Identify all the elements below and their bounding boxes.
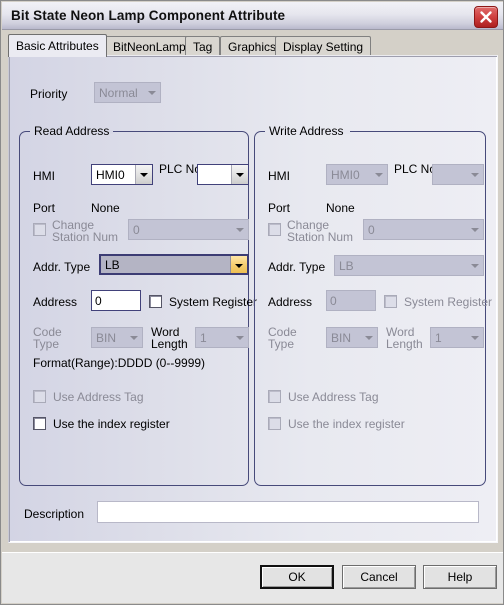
read-code-type-label: Code Type [33, 325, 62, 351]
chevron-down-icon [467, 328, 483, 347]
read-port-value: None [91, 201, 120, 215]
read-change-station-value: 0 [133, 223, 140, 237]
window-title: Bit State Neon Lamp Component Attribute [11, 8, 286, 23]
read-address-input[interactable] [91, 290, 141, 311]
close-x-glyph [480, 11, 492, 23]
write-system-register-label: System Register [404, 295, 493, 309]
read-addr-type-label: Addr. Type [33, 260, 91, 274]
read-address-label: Address [33, 295, 78, 309]
write-use-index-register-checkbox[interactable] [268, 417, 281, 430]
read-plc-no-value [198, 165, 231, 184]
bit-state-neon-lamp-dialog: Bit State Neon Lamp Component Attribute … [0, 0, 504, 605]
read-code-type-combo[interactable]: BIN [91, 327, 143, 348]
read-code-type-value: BIN [96, 331, 117, 345]
dialog-button-bar: OK Cancel Help [2, 552, 503, 603]
write-address-input[interactable] [326, 290, 376, 311]
tab-tag[interactable]: Tag [185, 36, 221, 56]
read-word-length-combo[interactable]: 1 [195, 327, 249, 348]
read-address-group-title: Read Address [34, 124, 110, 138]
read-system-register-checkbox[interactable] [149, 295, 162, 308]
chevron-down-icon [361, 328, 377, 347]
write-word-length-combo[interactable]: 1 [430, 327, 484, 348]
read-change-station-checkbox[interactable] [33, 223, 46, 236]
read-change-station-label: Change Station Num [52, 218, 119, 244]
write-address-group-title: Write Address [269, 124, 344, 138]
write-code-type-value: BIN [331, 331, 352, 345]
chevron-down-icon [232, 328, 248, 347]
write-system-register-checkbox[interactable] [384, 295, 397, 308]
read-system-register-label: System Register [169, 295, 258, 309]
basic-attributes-panel: Priority Normal Read Address HMI HMI0 PL… [8, 55, 498, 543]
read-format-range-text: Format(Range):DDDD (0--9999) [33, 356, 206, 370]
read-addr-type-value: LB [101, 256, 230, 273]
write-use-address-tag-checkbox[interactable] [268, 390, 281, 403]
write-code-type-label: Code Type [268, 325, 297, 351]
read-use-index-register-label: Use the index register [53, 417, 170, 431]
priority-label: Priority [30, 87, 68, 101]
write-addr-type-label: Addr. Type [268, 260, 326, 274]
read-addr-type-combo[interactable]: LB [99, 254, 249, 275]
description-label: Description [24, 507, 85, 521]
write-port-value: None [326, 201, 355, 215]
read-port-label: Port [33, 201, 56, 215]
chevron-down-icon [144, 83, 160, 102]
read-change-station-combo[interactable]: 0 [128, 219, 249, 240]
read-word-length-label: Word Length [151, 325, 188, 351]
read-plc-no-combo[interactable] [197, 164, 249, 185]
write-code-type-combo[interactable]: BIN [326, 327, 378, 348]
write-addr-type-value: LB [339, 259, 354, 273]
chevron-down-icon [232, 220, 248, 239]
tab-display-setting[interactable]: Display Setting [275, 36, 372, 56]
priority-combo[interactable]: Normal [94, 82, 161, 103]
read-hmi-value: HMI0 [96, 168, 125, 182]
write-change-station-checkbox[interactable] [268, 223, 281, 236]
description-input[interactable] [97, 501, 479, 523]
tab-basic-attributes[interactable]: Basic Attributes [8, 34, 107, 57]
write-hmi-label: HMI [268, 169, 290, 183]
chevron-down-icon [231, 165, 248, 184]
write-hmi-value: HMI0 [331, 168, 360, 182]
chevron-down-icon [135, 165, 152, 184]
ok-button[interactable]: OK [260, 565, 334, 589]
chevron-down-icon [371, 165, 387, 184]
chevron-down-icon [230, 256, 247, 273]
write-change-station-label: Change Station Num [287, 218, 354, 244]
write-plc-no-value [433, 165, 467, 184]
write-change-station-combo[interactable]: 0 [363, 219, 484, 240]
write-addr-type-combo[interactable]: LB [334, 255, 484, 276]
chevron-down-icon [467, 256, 483, 275]
cancel-button[interactable]: Cancel [342, 565, 416, 589]
write-hmi-combo[interactable]: HMI0 [326, 164, 388, 185]
help-button[interactable]: Help [423, 565, 497, 589]
write-use-address-tag-label: Use Address Tag [288, 390, 379, 404]
priority-value: Normal [99, 86, 138, 100]
write-plc-no-combo[interactable] [432, 164, 484, 185]
chevron-down-icon [467, 165, 483, 184]
close-icon[interactable] [474, 6, 498, 28]
read-hmi-combo[interactable]: HMI0 [91, 164, 153, 185]
title-bar: Bit State Neon Lamp Component Attribute [2, 2, 503, 30]
write-word-length-label: Word Length [386, 325, 423, 351]
read-use-index-register-checkbox[interactable] [33, 417, 46, 430]
tab-strip: Basic Attributes BitNeonLamp Tag Graphic… [8, 34, 498, 57]
write-address-label: Address [268, 295, 313, 309]
write-change-station-value: 0 [368, 223, 375, 237]
chevron-down-icon [467, 220, 483, 239]
read-hmi-label: HMI [33, 169, 55, 183]
write-use-index-register-label: Use the index register [288, 417, 405, 431]
write-word-length-value: 1 [435, 331, 442, 345]
tab-bitneonlamp[interactable]: BitNeonLamp [105, 36, 194, 56]
read-use-address-tag-label: Use Address Tag [53, 390, 144, 404]
write-port-label: Port [268, 201, 291, 215]
chevron-down-icon [126, 328, 142, 347]
read-use-address-tag-checkbox[interactable] [33, 390, 46, 403]
read-word-length-value: 1 [200, 331, 207, 345]
